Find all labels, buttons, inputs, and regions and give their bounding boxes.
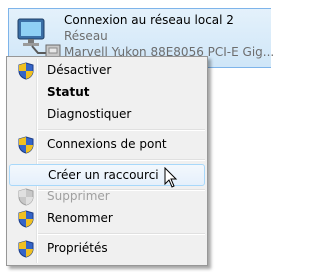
menu-separator xyxy=(38,129,205,131)
menu-item-connexions-de-pont[interactable]: Connexions de pont xyxy=(9,134,205,156)
context-menu: Désactiver Statut Diagnostiquer Connexio… xyxy=(6,56,208,266)
menu-item-label: Statut xyxy=(47,85,90,99)
menu-item-label: Diagnostiquer xyxy=(47,107,132,121)
uac-shield-icon xyxy=(18,136,34,154)
menu-item-statut[interactable]: Statut xyxy=(9,82,205,104)
network-adapter-icon xyxy=(17,18,61,58)
uac-shield-icon xyxy=(18,188,34,206)
connection-status: Réseau xyxy=(64,29,108,43)
menu-item-label: Propriétés xyxy=(47,241,108,255)
menu-item-label: Créer un raccourci xyxy=(48,168,159,182)
menu-item-label: Désactiver xyxy=(47,63,112,77)
menu-separator xyxy=(38,159,205,161)
menu-item-label: Connexions de pont xyxy=(47,137,167,151)
uac-shield-icon xyxy=(18,62,34,80)
menu-separator xyxy=(38,233,205,235)
uac-shield-icon xyxy=(18,240,34,258)
menu-item-label: Supprimer xyxy=(47,189,110,203)
menu-item-supprimer: Supprimer xyxy=(9,186,205,208)
uac-shield-icon xyxy=(18,210,34,228)
menu-item-proprietes[interactable]: Propriétés xyxy=(9,238,205,260)
menu-item-desactiver[interactable]: Désactiver xyxy=(9,60,205,82)
menu-item-diagnostiquer[interactable]: Diagnostiquer xyxy=(9,104,205,126)
mouse-pointer-icon xyxy=(164,167,178,188)
menu-item-renommer[interactable]: Renommer xyxy=(9,208,205,230)
connection-name: Connexion au réseau local 2 xyxy=(64,13,234,27)
menu-item-label: Renommer xyxy=(47,211,113,225)
